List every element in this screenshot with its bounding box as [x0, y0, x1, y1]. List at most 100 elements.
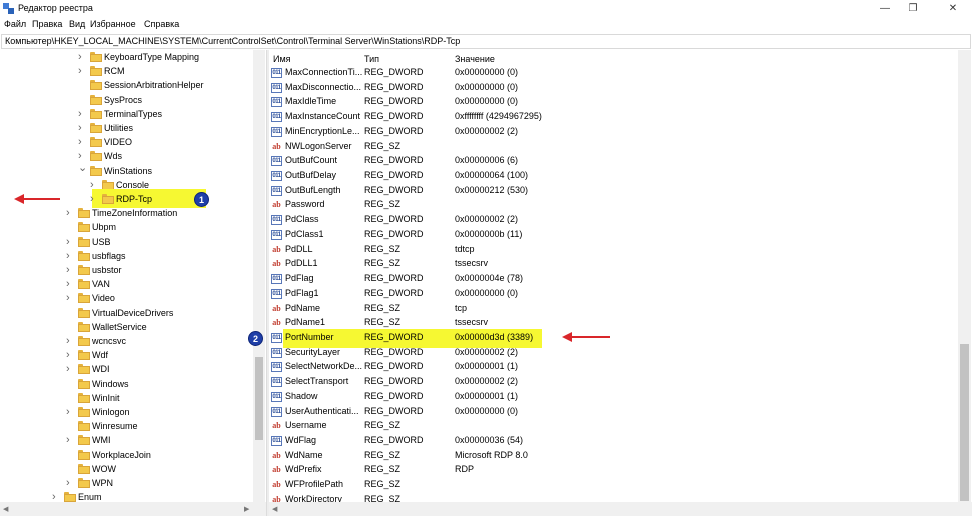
value-row-highlighted[interactable]: 011 PortNumber REG_DWORD 0x00000d3d (3389) [269, 328, 959, 348]
value-row[interactable]: 011 WdFlag REG_DWORD 0x00000036 (54) [269, 434, 959, 449]
value-row[interactable]: 011 SelectTransport REG_DWORD 0x00000002 (2… [269, 375, 959, 390]
menu-edit[interactable]: Правка [32, 19, 62, 29]
tree-item[interactable]: › VAN [0, 277, 250, 291]
value-row[interactable]: 011 MaxIdleTime REG_DWORD 0x00000000 (0) [269, 95, 959, 110]
value-row[interactable]: ab WdName REG_SZ Microsoft RDP 8.0 [269, 449, 959, 464]
value-row[interactable]: ab Password REG_SZ [269, 198, 959, 213]
tree-item[interactable]: VirtualDeviceDrivers [0, 306, 250, 320]
tree-item[interactable]: SysProcs [0, 93, 250, 107]
menu-file[interactable]: Файл [4, 19, 26, 29]
tree-item-label: WinInit [92, 392, 120, 403]
tree-item[interactable]: › RCM [0, 64, 250, 78]
tree-item[interactable]: Windows [0, 377, 250, 391]
value-row[interactable]: ab NWLogonServer REG_SZ [269, 140, 959, 155]
menu-favorites[interactable]: Избранное [90, 19, 136, 29]
reg-sz-icon: ab [272, 244, 281, 254]
tree-item[interactable]: › wcncsvc [0, 334, 250, 348]
value-row[interactable]: 011 UserAuthenticati... REG_DWORD 0x0000000… [269, 405, 959, 420]
chevron-right-icon[interactable]: › [78, 108, 86, 120]
tree-item[interactable]: › usbflags [0, 249, 250, 263]
column-header-name[interactable]: Имя [273, 54, 291, 64]
tree-item[interactable]: WOW [0, 462, 250, 476]
value-row[interactable]: 011 MinEncryptionLe... REG_DWORD 0x00000002… [269, 125, 959, 140]
chevron-right-icon[interactable]: › [66, 250, 74, 262]
value-row[interactable]: 011 SecurityLayer REG_DWORD 0x00000002 (2) [269, 346, 959, 361]
address-bar[interactable]: Компьютер\HKEY_LOCAL_MACHINE\SYSTEM\Curr… [1, 34, 971, 49]
column-header-type[interactable]: Тип [364, 54, 379, 64]
value-type: REG_DWORD [364, 184, 424, 195]
tree-item[interactable]: WorkplaceJoin [0, 448, 250, 462]
chevron-right-icon[interactable]: › [78, 51, 86, 63]
folder-icon [78, 279, 90, 290]
tree-item[interactable]: Ubpm [0, 220, 250, 234]
chevron-right-icon[interactable]: › [66, 406, 74, 418]
tree-item[interactable]: › Utilities [0, 121, 250, 135]
tree-item[interactable]: › WDI [0, 362, 250, 376]
value-row[interactable]: 011 Shadow REG_DWORD 0x00000001 (1) [269, 390, 959, 405]
menu-view[interactable]: Вид [69, 19, 85, 29]
tree-item[interactable]: › Wds [0, 149, 250, 163]
value-row[interactable]: 011 OutBufLength REG_DWORD 0x00000212 (530) [269, 184, 959, 199]
column-header-data[interactable]: Значение [455, 54, 495, 64]
value-row[interactable]: ab Username REG_SZ [269, 419, 959, 434]
value-row[interactable]: 011 PdClass1 REG_DWORD 0x0000000b (11) [269, 228, 959, 243]
tree-item[interactable]: › Winlogon [0, 405, 250, 419]
scroll-left-icon[interactable]: ◀ [3, 505, 8, 513]
tree-horizontal-scrollbar[interactable]: ◀ ▶ [0, 502, 266, 516]
tree-item[interactable]: › VIDEO [0, 135, 250, 149]
value-row[interactable]: 011 OutBufCount REG_DWORD 0x00000006 (6) [269, 154, 959, 169]
chevron-right-icon[interactable]: › [78, 65, 86, 77]
chevron-right-icon[interactable]: › [66, 278, 74, 290]
tree-item[interactable]: › TerminalTypes [0, 107, 250, 121]
value-row[interactable]: ab PdDLL1 REG_SZ tssecsrv [269, 257, 959, 272]
chevron-right-icon[interactable]: › [66, 292, 74, 304]
tree-item[interactable]: › WMI [0, 433, 250, 447]
minimize-button[interactable]: — [872, 0, 898, 18]
value-row[interactable]: 011 PdFlag REG_DWORD 0x0000004e (78) [269, 272, 959, 287]
value-row[interactable]: 011 SelectNetworkDe... REG_DWORD 0x00000001… [269, 360, 959, 375]
chevron-right-icon[interactable]: › [90, 193, 98, 205]
tree-item[interactable]: ⌄ WinStations [0, 162, 250, 178]
chevron-right-icon[interactable]: › [78, 136, 86, 148]
chevron-right-icon[interactable]: › [66, 434, 74, 446]
chevron-right-icon[interactable]: › [66, 335, 74, 347]
tree-item[interactable]: Winresume [0, 419, 250, 433]
chevron-right-icon[interactable]: › [66, 477, 74, 489]
value-row[interactable]: ab WFProfilePath REG_SZ [269, 478, 959, 493]
chevron-right-icon[interactable]: › [66, 264, 74, 276]
restore-button[interactable]: ❐ [900, 0, 926, 18]
chevron-right-icon[interactable]: › [66, 207, 74, 219]
list-scroll-thumb[interactable] [960, 344, 969, 501]
tree-item[interactable]: SessionArbitrationHelper [0, 78, 250, 92]
tree-item[interactable]: › TimeZoneInformation [0, 206, 250, 220]
value-row[interactable]: 011 MaxDisconnectio... REG_DWORD 0x00000000… [269, 81, 959, 96]
scroll-right-icon[interactable]: ▶ [244, 505, 249, 513]
value-row[interactable]: 011 PdClass REG_DWORD 0x00000002 (2) [269, 213, 959, 228]
tree-item[interactable]: › Video [0, 291, 250, 305]
chevron-right-icon[interactable]: › [66, 363, 74, 375]
chevron-right-icon[interactable]: › [78, 150, 86, 162]
value-row[interactable]: 011 PdFlag1 REG_DWORD 0x00000000 (0) [269, 287, 959, 302]
tree-item[interactable]: › Wdf [0, 348, 250, 362]
close-button[interactable]: ✕ [940, 0, 966, 18]
tree-item[interactable]: › WPN [0, 476, 250, 490]
value-row[interactable]: ab PdName REG_SZ tcp [269, 302, 959, 317]
chevron-down-icon[interactable]: ⌄ [78, 162, 87, 174]
value-row[interactable]: ab PdDLL REG_SZ tdtcp [269, 243, 959, 258]
tree-item[interactable]: WalletService [0, 320, 250, 334]
chevron-right-icon[interactable]: › [66, 349, 74, 361]
tree-item[interactable]: › KeyboardType Mapping [0, 50, 250, 64]
list-scroll-left-icon[interactable]: ◀ [272, 505, 277, 513]
tree-item[interactable]: › usbstor [0, 263, 250, 277]
chevron-right-icon[interactable]: › [78, 122, 86, 134]
tree-item[interactable]: WinInit [0, 391, 250, 405]
value-row[interactable]: 011 OutBufDelay REG_DWORD 0x00000064 (100) [269, 169, 959, 184]
tree-item[interactable]: › USB [0, 235, 250, 249]
value-row[interactable]: 011 MaxConnectionTi... REG_DWORD 0x00000000… [269, 66, 959, 81]
menu-help[interactable]: Справка [144, 19, 179, 29]
tree-scroll-thumb[interactable] [255, 357, 263, 440]
value-row[interactable]: 011 MaxInstanceCount REG_DWORD 0xffffffff (… [269, 110, 959, 125]
value-row[interactable]: ab WdPrefix REG_SZ RDP [269, 463, 959, 478]
list-horizontal-scrollbar[interactable]: ◀ [269, 502, 972, 516]
chevron-right-icon[interactable]: › [66, 236, 74, 248]
